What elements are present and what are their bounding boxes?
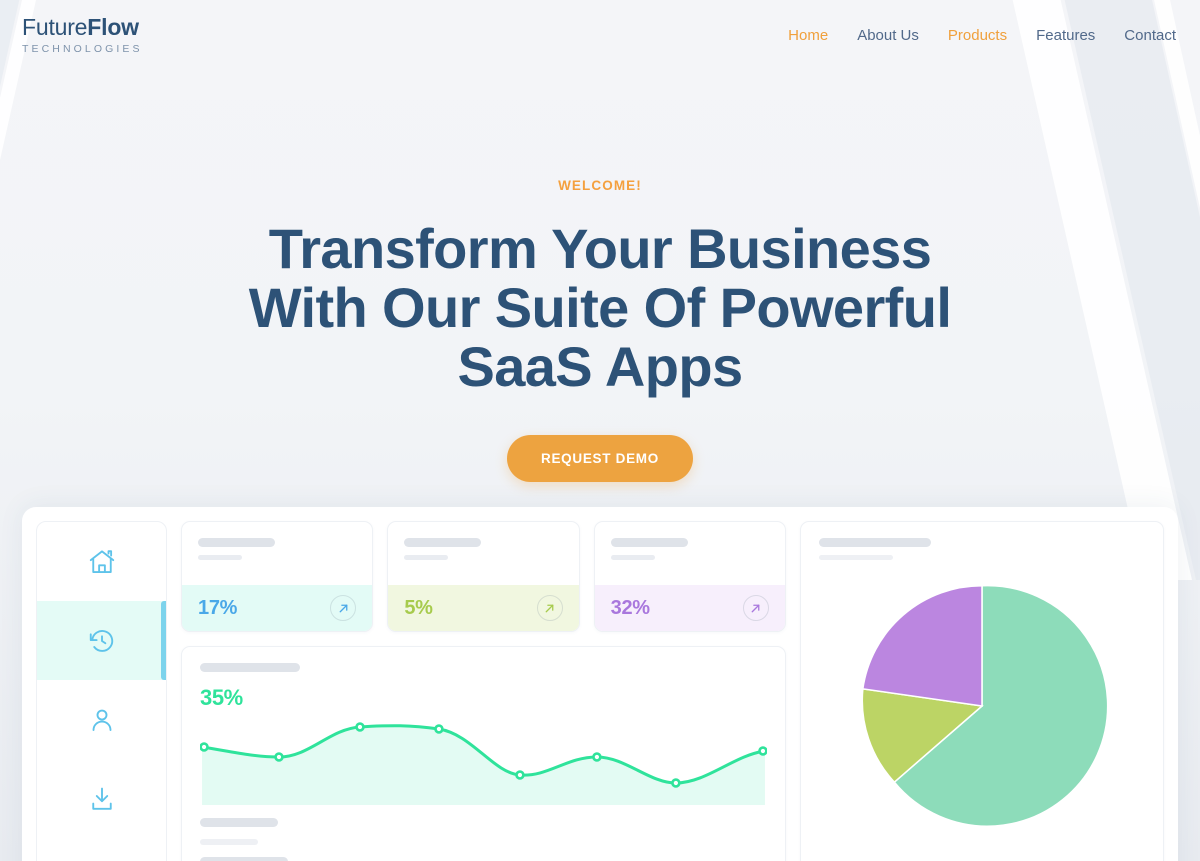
stat-value: 17% bbox=[198, 596, 238, 619]
pie-svg bbox=[861, 584, 1109, 827]
skeleton-bar bbox=[198, 555, 242, 560]
skeleton-bar bbox=[200, 818, 278, 827]
brand-tagline: TECHNOLOGIES bbox=[22, 42, 143, 55]
pie-chart-header bbox=[819, 538, 931, 560]
stat-card-2-footer: 5% bbox=[388, 585, 579, 631]
skeleton-bar bbox=[404, 555, 449, 560]
nav-item-about-us[interactable]: About Us bbox=[857, 27, 919, 44]
trend-up-icon bbox=[330, 595, 357, 621]
landing-page: FutureFlow TECHNOLOGIES Home About Us Pr… bbox=[0, 0, 1200, 861]
pie-slice-2 bbox=[861, 584, 983, 707]
skeleton-bar bbox=[200, 663, 300, 672]
skeleton-bar bbox=[198, 538, 275, 547]
skeleton-bar bbox=[200, 839, 258, 845]
dashboard-preview: 17% 5% 32% 35% bbox=[22, 507, 1178, 861]
dashboard-sidebar bbox=[36, 521, 167, 861]
pie-chart-graphic bbox=[854, 578, 1110, 839]
brand-name-bold: Flow bbox=[87, 13, 139, 40]
skeleton-bar bbox=[610, 538, 688, 547]
page-title: Transform Your Business With Our Suite O… bbox=[248, 217, 952, 398]
home-icon bbox=[87, 547, 117, 577]
sidebar-item-user[interactable] bbox=[37, 680, 166, 759]
nav-item-products[interactable]: Products bbox=[948, 27, 1007, 44]
skeleton-bar bbox=[610, 555, 655, 560]
skeleton-bar bbox=[819, 538, 931, 547]
line-chart-footer bbox=[200, 818, 767, 861]
hero-eyebrow: WELCOME! bbox=[558, 178, 642, 193]
skeleton-bar bbox=[200, 857, 288, 861]
skeleton-bar bbox=[819, 555, 893, 560]
line-chart-area bbox=[202, 725, 765, 805]
dashboard-left-column: 17% 5% 32% 35% bbox=[181, 521, 786, 861]
line-chart-percent: 35% bbox=[200, 685, 243, 710]
sidebar-item-history[interactable] bbox=[37, 601, 166, 680]
brand-logo[interactable]: FutureFlow TECHNOLOGIES bbox=[22, 13, 143, 55]
stat-card-row: 17% 5% 32% bbox=[181, 521, 786, 632]
stat-card-2[interactable]: 5% bbox=[387, 521, 580, 632]
user-icon bbox=[87, 705, 117, 735]
stat-card-3-header bbox=[595, 522, 785, 585]
stat-card-1[interactable]: 17% bbox=[181, 521, 374, 632]
stat-card-1-footer: 17% bbox=[182, 585, 373, 631]
stat-card-3-footer: 32% bbox=[594, 585, 785, 631]
download-icon bbox=[87, 784, 117, 814]
nav-item-features[interactable]: Features bbox=[1036, 27, 1095, 44]
stat-value: 5% bbox=[404, 596, 433, 619]
pie-chart-card[interactable] bbox=[800, 521, 1164, 861]
sidebar-item-home[interactable] bbox=[37, 522, 166, 601]
stat-card-2-header bbox=[388, 522, 578, 585]
line-chart-graphic bbox=[200, 722, 767, 805]
sidebar-item-star[interactable] bbox=[37, 838, 166, 861]
stat-card-1-header bbox=[182, 522, 372, 585]
hero-section: WELCOME! Transform Your Business With Ou… bbox=[0, 70, 1200, 482]
stat-card-3[interactable]: 32% bbox=[593, 521, 786, 632]
history-icon bbox=[87, 626, 117, 656]
main-navigation: Home About Us Products Features Contact bbox=[788, 27, 1176, 44]
request-demo-button[interactable]: REQUEST DEMO bbox=[507, 435, 693, 482]
line-chart-card[interactable]: 35% bbox=[181, 646, 786, 861]
dashboard-main: 17% 5% 32% 35% bbox=[181, 521, 1164, 861]
brand-name-light: Future bbox=[22, 13, 88, 40]
trend-up-icon bbox=[742, 595, 769, 621]
nav-item-contact[interactable]: Contact bbox=[1124, 27, 1176, 44]
nav-item-home[interactable]: Home bbox=[788, 27, 828, 44]
stat-value: 32% bbox=[610, 596, 650, 619]
sidebar-item-download[interactable] bbox=[37, 759, 166, 838]
skeleton-bar bbox=[404, 538, 482, 547]
site-header: FutureFlow TECHNOLOGIES Home About Us Pr… bbox=[0, 0, 1200, 70]
trend-up-icon bbox=[536, 595, 563, 621]
brand-name: FutureFlow bbox=[22, 13, 143, 40]
